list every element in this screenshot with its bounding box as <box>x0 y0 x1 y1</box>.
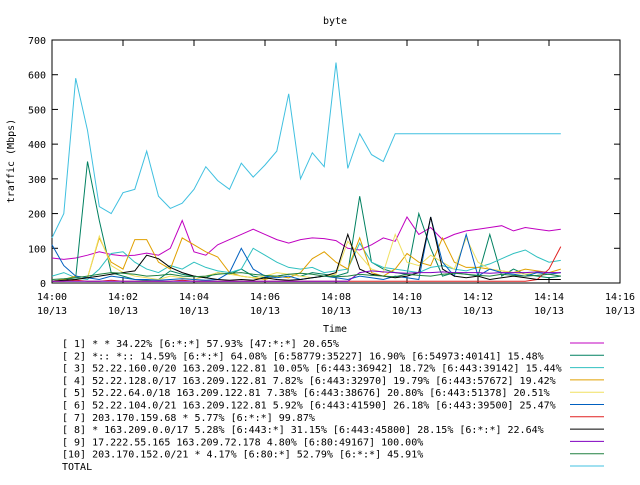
legend-entry-label: [ 6] 52.22.104.0/21 163.209.122.81 5.92%… <box>62 401 556 412</box>
series-line-8 <box>51 216 561 282</box>
x-tick-label-date: 10/13 <box>534 306 564 317</box>
legend-entry-label: [ 4] 52.22.128.0/17 163.209.122.81 7.82%… <box>62 376 556 387</box>
y-tick-label: 700 <box>28 36 46 47</box>
x-tick-label-time: 14:12 <box>463 292 493 303</box>
x-tick-label-time: 14:00 <box>37 292 67 303</box>
y-tick-label: 600 <box>28 71 46 82</box>
x-tick-label-time: 14:10 <box>392 292 422 303</box>
x-tick-label-date: 10/13 <box>463 306 493 317</box>
series-line-11 <box>51 62 561 239</box>
x-tick-label-date: 10/13 <box>108 306 138 317</box>
y-tick-label: 200 <box>28 210 46 221</box>
x-tick-label-date: 10/13 <box>321 306 351 317</box>
series-line-6 <box>51 216 561 281</box>
legend-entry-label: [ 9] 17.222.55.165 163.209.72.178 4.80% … <box>62 437 423 448</box>
x-axis-label: Time <box>323 324 347 335</box>
legend-entry-label: [ 3] 52.22.160.0/20 163.209.122.81 10.05… <box>62 364 562 375</box>
legend-entry-label: [ 8] * 163.209.0.0/17 5.28% [6:443:*] 31… <box>62 425 544 436</box>
legend-entry-label: [ 1] * * 34.22% [6:*:*] 57.93% [47:*:*] … <box>62 339 339 350</box>
y-axis-label: traffic (Mbps) <box>6 119 17 203</box>
chart: byte traffic (Mbps) Time 0 100 200 300 400 50… <box>0 0 640 480</box>
legend-entry-label: [ 7] 203.170.159.68 * 5.77% [6:*:*] 99.8… <box>62 413 315 424</box>
legend-entry-label: [ 2] *:: *:: 14.59% [6:*:*] 64.08% [6:58… <box>62 351 544 362</box>
chart-title: byte <box>323 16 347 27</box>
chart-svg: byte traffic (Mbps) Time 0 100 200 300 400 50… <box>6 16 635 473</box>
legend-entry-label: TOTAL <box>62 462 92 473</box>
x-tick-label-time: 14:08 <box>321 292 351 303</box>
x-tick-label-date: 10/13 <box>179 306 209 317</box>
x-tick-label-date: 10/13 <box>392 306 422 317</box>
y-tick-label: 500 <box>28 105 46 116</box>
x-tick-label-time: 14:04 <box>179 292 209 303</box>
y-tick-label: 400 <box>28 140 46 151</box>
legend-entry-label: [10] 203.170.152.0/21 * 4.17% [6:80:*] 5… <box>62 450 423 461</box>
y-tick-label: 100 <box>28 244 46 255</box>
series-line-2 <box>51 161 561 282</box>
x-tick-label-time: 14:16 <box>605 292 635 303</box>
y-tick-label: 0 <box>40 279 46 290</box>
x-tick-label-date: 10/13 <box>37 306 67 317</box>
x-tick-label-time: 14:06 <box>250 292 280 303</box>
x-tick-label-date: 10/13 <box>250 306 280 317</box>
plot-frame <box>51 39 621 284</box>
x-tick-label-time: 14:14 <box>534 292 564 303</box>
legend-entry-label: [ 5] 52.22.64.0/18 163.209.122.81 7.38% … <box>62 388 550 399</box>
y-tick-label: 300 <box>28 175 46 186</box>
x-tick-label-date: 10/13 <box>605 306 635 317</box>
x-tick-label-time: 14:02 <box>108 292 138 303</box>
